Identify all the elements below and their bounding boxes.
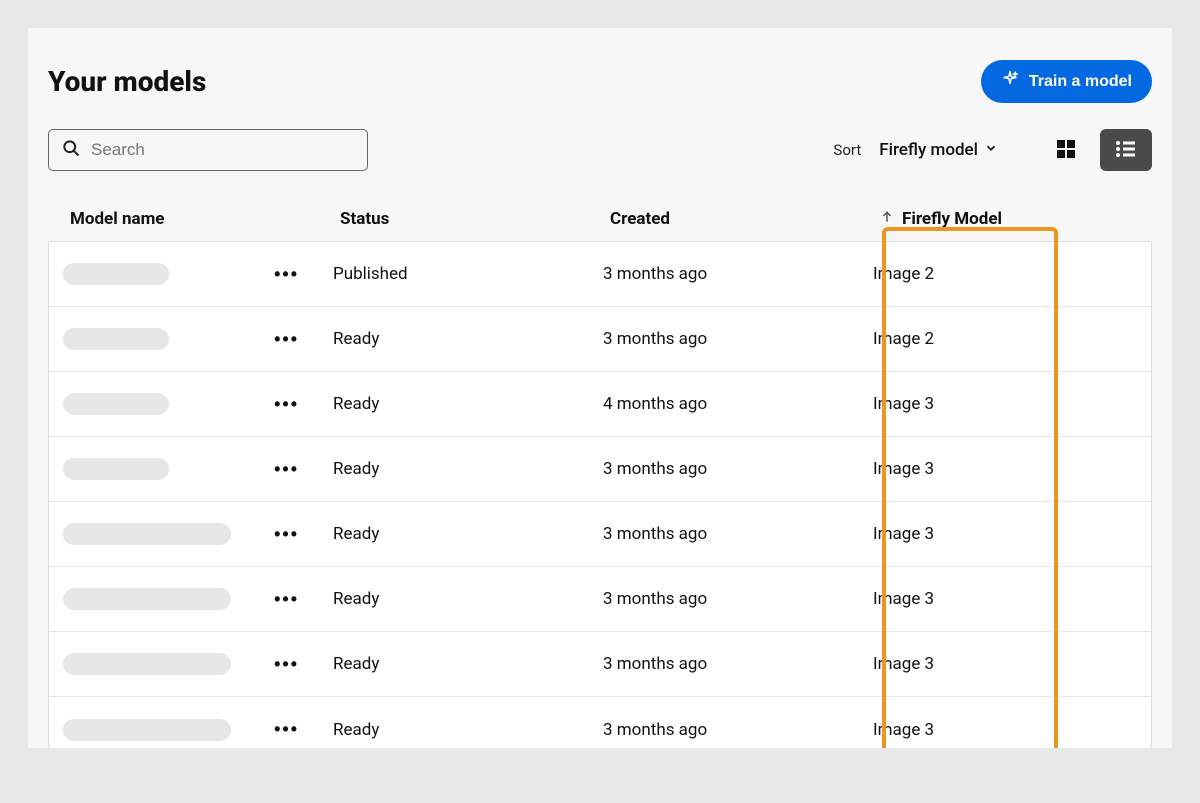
row-actions-button[interactable]: ••• — [274, 394, 299, 415]
model-name-placeholder — [63, 719, 231, 741]
table-row[interactable]: •••Ready3 months agoImage 3 — [49, 632, 1151, 697]
created-cell: 3 months ago — [603, 720, 873, 740]
status-cell: Ready — [333, 459, 603, 479]
train-model-label: Train a model — [1029, 73, 1132, 91]
model-name-placeholder — [63, 653, 231, 675]
status-cell: Published — [333, 264, 603, 284]
table-header: Model name Status Created Firefly Model — [48, 209, 1152, 241]
table-row[interactable]: •••Published3 months agoImage 2 — [49, 242, 1151, 307]
page-title: Your models — [48, 65, 206, 98]
model-name-placeholder — [63, 588, 231, 610]
list-icon — [1114, 137, 1138, 164]
status-cell: Ready — [333, 654, 603, 674]
name-cell: ••• — [63, 719, 333, 741]
model-name-placeholder — [63, 458, 169, 480]
status-cell: Ready — [333, 589, 603, 609]
list-view-button[interactable] — [1100, 129, 1152, 171]
chevron-down-icon — [984, 140, 998, 160]
created-cell: 4 months ago — [603, 394, 873, 414]
main-panel: Your models Train a model Sort — [28, 28, 1172, 748]
search-input[interactable] — [91, 140, 355, 160]
grid-view-button[interactable] — [1040, 129, 1092, 171]
status-cell: Ready — [333, 329, 603, 349]
row-actions-button[interactable]: ••• — [274, 589, 299, 610]
firefly-model-cell: Image 3 — [873, 589, 1172, 609]
row-actions-button[interactable]: ••• — [274, 654, 299, 675]
created-cell: 3 months ago — [603, 589, 873, 609]
col-header-firefly-model-label: Firefly Model — [902, 209, 1002, 229]
grid-icon — [1054, 137, 1078, 164]
name-cell: ••• — [63, 458, 333, 480]
firefly-model-cell: Image 3 — [873, 394, 1172, 414]
status-cell: Ready — [333, 524, 603, 544]
firefly-model-cell: Image 3 — [873, 459, 1172, 479]
created-cell: 3 months ago — [603, 459, 873, 479]
firefly-model-cell: Image 3 — [873, 524, 1172, 544]
row-actions-button[interactable]: ••• — [274, 329, 299, 350]
table-row[interactable]: •••Ready3 months agoImage 3 — [49, 437, 1151, 502]
model-name-placeholder — [63, 393, 169, 415]
table-row[interactable]: •••Ready3 months agoImage 3 — [49, 567, 1151, 632]
firefly-model-cell: Image 3 — [873, 720, 1172, 740]
name-cell: ••• — [63, 393, 333, 415]
status-cell: Ready — [333, 394, 603, 414]
firefly-model-cell: Image 2 — [873, 329, 1172, 349]
col-header-created[interactable]: Created — [610, 209, 880, 229]
model-name-placeholder — [63, 523, 231, 545]
arrow-up-icon — [880, 209, 894, 229]
sort-dropdown-value: Firefly model — [879, 140, 978, 160]
name-cell: ••• — [63, 653, 333, 675]
created-cell: 3 months ago — [603, 524, 873, 544]
right-controls: Sort Firefly model — [833, 129, 1152, 171]
table-row[interactable]: •••Ready4 months agoImage 3 — [49, 372, 1151, 437]
firefly-model-cell: Image 2 — [873, 264, 1172, 284]
created-cell: 3 months ago — [603, 264, 873, 284]
header: Your models Train a model — [28, 28, 1172, 103]
col-header-status[interactable]: Status — [340, 209, 610, 229]
table-row[interactable]: •••Ready3 months agoImage 3 — [49, 502, 1151, 567]
table-row[interactable]: •••Ready3 months agoImage 3 — [49, 697, 1151, 748]
row-actions-button[interactable]: ••• — [274, 719, 299, 740]
row-actions-button[interactable]: ••• — [274, 524, 299, 545]
model-name-placeholder — [63, 328, 169, 350]
created-cell: 3 months ago — [603, 329, 873, 349]
sort-dropdown[interactable]: Firefly model — [879, 140, 998, 160]
name-cell: ••• — [63, 263, 333, 285]
sort-label: Sort — [833, 141, 861, 159]
search-icon — [61, 138, 81, 162]
name-cell: ••• — [63, 523, 333, 545]
view-toggle — [1040, 129, 1152, 171]
table-row[interactable]: •••Ready3 months agoImage 2 — [49, 307, 1151, 372]
train-model-button[interactable]: Train a model — [981, 60, 1152, 103]
firefly-model-cell: Image 3 — [873, 654, 1172, 674]
created-cell: 3 months ago — [603, 654, 873, 674]
name-cell: ••• — [63, 328, 333, 350]
row-actions-button[interactable]: ••• — [274, 459, 299, 480]
controls-row: Sort Firefly model — [28, 103, 1172, 181]
name-cell: ••• — [63, 588, 333, 610]
table-body: •••Published3 months agoImage 2•••Ready3… — [48, 241, 1152, 748]
sparkle-icon — [1001, 70, 1019, 93]
col-header-name[interactable]: Model name — [70, 209, 340, 229]
row-actions-button[interactable]: ••• — [274, 264, 299, 285]
search-input-wrap[interactable] — [48, 129, 368, 171]
status-cell: Ready — [333, 720, 603, 740]
model-name-placeholder — [63, 263, 169, 285]
col-header-firefly-model[interactable]: Firefly Model — [880, 209, 1172, 229]
models-table: Model name Status Created Firefly Model … — [28, 181, 1172, 748]
